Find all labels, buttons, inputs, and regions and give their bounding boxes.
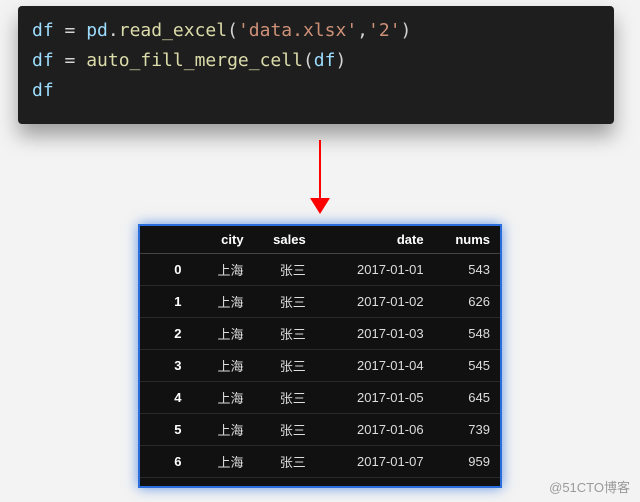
- cell-date: 2017-01-05: [316, 382, 434, 414]
- code-token: '2': [368, 20, 401, 41]
- code-token: df: [32, 80, 54, 101]
- cell-city: 上海: [191, 286, 253, 318]
- cell-nums: 959: [434, 446, 500, 478]
- cell-sales: 张三: [254, 286, 316, 318]
- cell-date: 2017-01-04: [316, 350, 434, 382]
- code-token: .: [108, 20, 119, 41]
- cell-date: 2017-01-08: [316, 478, 434, 489]
- table-row: 4 上海 张三 2017-01-05 645: [140, 382, 500, 414]
- cell-index: 7: [140, 478, 191, 489]
- cell-city: 上海: [191, 414, 253, 446]
- cell-index: 1: [140, 286, 191, 318]
- code-token: pd: [86, 20, 108, 41]
- col-header-sales: sales: [254, 226, 316, 254]
- cell-sales: 张三: [254, 414, 316, 446]
- cell-date: 2017-01-06: [316, 414, 434, 446]
- code-block: df = pd.read_excel('data.xlsx','2') df =…: [18, 6, 614, 124]
- code-token: ,: [357, 20, 368, 41]
- cell-city: 上海: [191, 446, 253, 478]
- cell-city: 上海: [191, 382, 253, 414]
- cell-index: 0: [140, 254, 191, 286]
- col-header-index: [140, 226, 191, 254]
- table-row: 1 上海 张三 2017-01-02 626: [140, 286, 500, 318]
- cell-city: 上海: [191, 254, 253, 286]
- cell-nums: 626: [434, 286, 500, 318]
- code-token: (: [303, 50, 314, 71]
- cell-nums: 548: [434, 318, 500, 350]
- col-header-city: city: [191, 226, 253, 254]
- code-line-2: df = auto_fill_merge_cell(df): [32, 46, 600, 76]
- table-row: 0 上海 张三 2017-01-01 543: [140, 254, 500, 286]
- code-token: 'data.xlsx': [238, 20, 357, 41]
- cell-index: 6: [140, 446, 191, 478]
- code-line-1: df = pd.read_excel('data.xlsx','2'): [32, 16, 600, 46]
- cell-nums: 543: [434, 254, 500, 286]
- table-row: 3 上海 张三 2017-01-04 545: [140, 350, 500, 382]
- col-header-nums: nums: [434, 226, 500, 254]
- cell-city: 上海: [191, 318, 253, 350]
- dataframe-table: city sales date nums 0 上海 张三 2017-01-01 …: [140, 226, 500, 488]
- cell-index: 5: [140, 414, 191, 446]
- cell-sales: 张三: [254, 478, 316, 489]
- cell-nums: 545: [434, 350, 500, 382]
- cell-nums: 739: [434, 414, 500, 446]
- cell-nums: 674: [434, 478, 500, 489]
- code-token: =: [54, 20, 87, 41]
- code-token: df: [32, 20, 54, 41]
- cell-sales: 张三: [254, 382, 316, 414]
- cell-sales: 张三: [254, 446, 316, 478]
- arrow-down-icon: [310, 140, 330, 220]
- cell-index: 3: [140, 350, 191, 382]
- dataframe-output: city sales date nums 0 上海 张三 2017-01-01 …: [138, 224, 502, 488]
- table-row: 2 上海 张三 2017-01-03 548: [140, 318, 500, 350]
- col-header-date: date: [316, 226, 434, 254]
- code-token: df: [314, 50, 336, 71]
- cell-date: 2017-01-07: [316, 446, 434, 478]
- table-header-row: city sales date nums: [140, 226, 500, 254]
- code-token: df: [32, 50, 54, 71]
- code-token: ): [401, 20, 412, 41]
- cell-city: 上海: [191, 350, 253, 382]
- code-line-3: df: [32, 76, 600, 106]
- cell-date: 2017-01-01: [316, 254, 434, 286]
- cell-date: 2017-01-02: [316, 286, 434, 318]
- cell-city: 上海: [191, 478, 253, 489]
- cell-sales: 张三: [254, 350, 316, 382]
- cell-index: 2: [140, 318, 191, 350]
- cell-sales: 张三: [254, 254, 316, 286]
- table-row: 7 上海 张三 2017-01-08 674: [140, 478, 500, 489]
- cell-sales: 张三: [254, 318, 316, 350]
- cell-nums: 645: [434, 382, 500, 414]
- cell-date: 2017-01-03: [316, 318, 434, 350]
- cell-index: 4: [140, 382, 191, 414]
- watermark: @51CTO博客: [549, 477, 630, 496]
- code-token: =: [54, 50, 87, 71]
- table-row: 5 上海 张三 2017-01-06 739: [140, 414, 500, 446]
- code-token: auto_fill_merge_cell: [86, 50, 303, 71]
- code-token: read_excel: [119, 20, 227, 41]
- table-row: 6 上海 张三 2017-01-07 959: [140, 446, 500, 478]
- code-token: (: [227, 20, 238, 41]
- code-token: ): [335, 50, 346, 71]
